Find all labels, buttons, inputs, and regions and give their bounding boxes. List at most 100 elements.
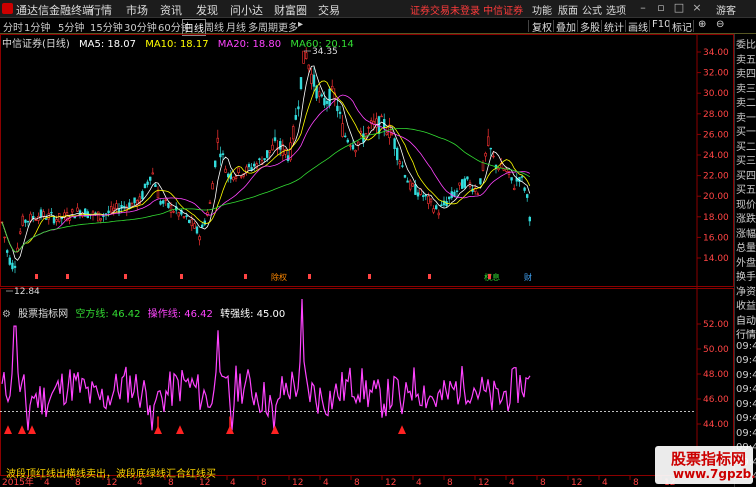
strength-line-label: 转强线: 45.00 — [220, 309, 286, 320]
quote-side-panel[interactable]: 委比 卖五 卖四 卖三 卖二 卖一 买一 买二 买三 买四 买五 现价 涨跌 涨幅 总量 外盘 换手 净资 收益 自动… — [734, 34, 756, 487]
tool-zoom-in-icon[interactable]: ⊕ — [698, 19, 706, 30]
event-label[interactable]: 权息 — [484, 272, 500, 282]
event-label[interactable]: 除权 — [271, 272, 287, 282]
dividend-marker[interactable] — [35, 274, 38, 279]
side-panel-item[interactable]: 09:47 — [736, 384, 756, 395]
side-panel-item[interactable]: 09:47 — [736, 413, 756, 424]
indicator-title[interactable]: 股票指标网 — [18, 309, 68, 320]
side-panel-item[interactable]: 买三 — [736, 152, 756, 167]
candle-body — [265, 150, 269, 158]
tool-adjust[interactable]: 复权 — [532, 19, 552, 34]
tab-weekly[interactable]: 周线 — [204, 19, 224, 34]
tool-separator — [528, 20, 529, 32]
guest-user[interactable]: 游客 — [716, 2, 736, 17]
side-panel-item[interactable]: 09:47 — [736, 355, 756, 366]
tab-more[interactable]: 更多 — [278, 19, 298, 34]
dividend-marker[interactable] — [428, 274, 431, 279]
tool-overlay[interactable]: 叠加 — [556, 19, 576, 34]
side-panel-item[interactable]: 09:47 — [736, 428, 756, 439]
menu-formula[interactable]: 公式 — [582, 2, 602, 17]
candle-body — [18, 231, 22, 234]
dividend-marker[interactable] — [308, 274, 311, 279]
side-panel-item[interactable]: 卖二 — [736, 94, 756, 109]
side-panel-item[interactable]: 09:47 — [736, 399, 756, 410]
period-tabs: 分时 1分钟 5分钟 15分钟 30分钟 60分钟 日线 周线 月线 多周期 更… — [0, 18, 756, 36]
menu-layout[interactable]: 版面 — [558, 2, 578, 17]
side-panel-item[interactable]: 外盘 — [736, 254, 756, 269]
tool-zoom-out-icon[interactable]: ⊖ — [716, 19, 724, 30]
candle-body — [57, 213, 61, 222]
dividend-marker[interactable] — [124, 274, 127, 279]
minimize-icon[interactable]: – — [636, 1, 650, 14]
menu-ask-xiaoda[interactable]: 问小达 — [230, 2, 263, 18]
candle-body — [44, 218, 48, 220]
tool-multi-stock[interactable]: 多股 — [580, 19, 600, 34]
more-arrow-icon[interactable]: ▸ — [298, 19, 303, 30]
tab-5min[interactable]: 5分钟 — [58, 19, 84, 34]
dividend-marker[interactable] — [66, 274, 69, 279]
event-label[interactable]: 财 — [524, 272, 532, 282]
tool-stats[interactable]: 统计 — [604, 19, 624, 34]
tool-f10[interactable]: F10 — [652, 19, 670, 30]
tab-intraday[interactable]: 分时 — [3, 19, 23, 34]
maximize-icon[interactable]: □ — [672, 1, 686, 14]
side-panel-item[interactable]: 委比 — [736, 36, 756, 51]
side-panel-item[interactable]: 09:47 — [736, 341, 756, 352]
time-tick-label: 4 — [416, 478, 422, 487]
restore-icon[interactable]: ▫ — [654, 1, 668, 14]
side-panel-item[interactable]: 涨幅 — [736, 225, 756, 240]
side-panel-item[interactable]: 09:47 — [736, 370, 756, 381]
candle-body — [115, 203, 118, 209]
menu-market-quotes[interactable]: 行情 — [90, 2, 112, 18]
tab-1min[interactable]: 1分钟 — [24, 19, 50, 34]
menu-wealth-circle[interactable]: 财富圈 — [274, 2, 307, 18]
side-panel-item[interactable]: 买二 — [736, 138, 756, 153]
login-status[interactable]: 证券交易未登录 中信证券 — [410, 2, 523, 17]
dividend-marker[interactable] — [488, 274, 491, 279]
candle-body — [312, 74, 316, 87]
candlestick-series — [0, 47, 532, 274]
menu-trade[interactable]: 交易 — [318, 2, 340, 18]
tab-monthly[interactable]: 月线 — [226, 19, 246, 34]
side-panel-item[interactable]: 买一 — [736, 123, 756, 138]
dividend-marker[interactable] — [368, 274, 371, 279]
time-tick-label: 8 — [447, 478, 453, 487]
side-panel-item[interactable]: 自动 — [736, 312, 756, 327]
dividend-marker[interactable] — [180, 274, 183, 279]
side-panel-item[interactable]: 买四 — [736, 167, 756, 182]
side-panel-item[interactable]: 换手 — [736, 268, 756, 283]
side-panel-item[interactable]: 卖四 — [736, 65, 756, 80]
side-panel-item[interactable]: 净资 — [736, 283, 756, 298]
tool-mark[interactable]: 标记 — [672, 19, 692, 34]
menu-options[interactable]: 选项 — [606, 2, 626, 17]
chart-canvas[interactable]: 34.00 32.00 30.00 28.00 26.00 24.00 22.00 20.00… — [0, 34, 734, 476]
settings-icon[interactable]: ⚙ — [2, 309, 11, 320]
side-panel-item[interactable]: 卖三 — [736, 80, 756, 95]
ma5-label: MA5: 18.07 — [79, 39, 137, 50]
candle-body — [489, 147, 492, 150]
candle-body — [291, 126, 295, 140]
side-panel-item[interactable]: 买五 — [736, 181, 756, 196]
stock-title[interactable]: 中信证券(日线) — [2, 39, 70, 50]
side-panel-item[interactable]: 现价 — [736, 196, 756, 211]
tab-multi-period[interactable]: 多周期 — [248, 19, 278, 34]
menu-market[interactable]: 市场 — [126, 2, 148, 18]
candle-body — [177, 212, 180, 217]
candle-body — [198, 236, 201, 241]
candle-body — [211, 183, 214, 190]
side-panel-item[interactable]: 总量 — [736, 239, 756, 254]
close-icon[interactable]: × — [690, 1, 704, 14]
side-panel-item[interactable]: 收益 — [736, 297, 756, 312]
tool-draw-line[interactable]: 画线 — [628, 19, 648, 34]
side-panel-item[interactable]: 卖五 — [736, 51, 756, 66]
tab-15min[interactable]: 15分钟 — [90, 19, 123, 34]
menu-news[interactable]: 资讯 — [160, 2, 182, 18]
side-panel-item[interactable]: 涨跌 — [736, 210, 756, 225]
side-panel-item[interactable]: 行情 — [736, 326, 756, 341]
side-panel-item[interactable]: 卖一 — [736, 109, 756, 124]
tool-separator — [649, 20, 650, 32]
tab-30min[interactable]: 30分钟 — [124, 19, 157, 34]
dividend-marker[interactable] — [244, 274, 247, 279]
menu-functions[interactable]: 功能 — [532, 2, 552, 17]
menu-discover[interactable]: 发现 — [196, 2, 218, 18]
